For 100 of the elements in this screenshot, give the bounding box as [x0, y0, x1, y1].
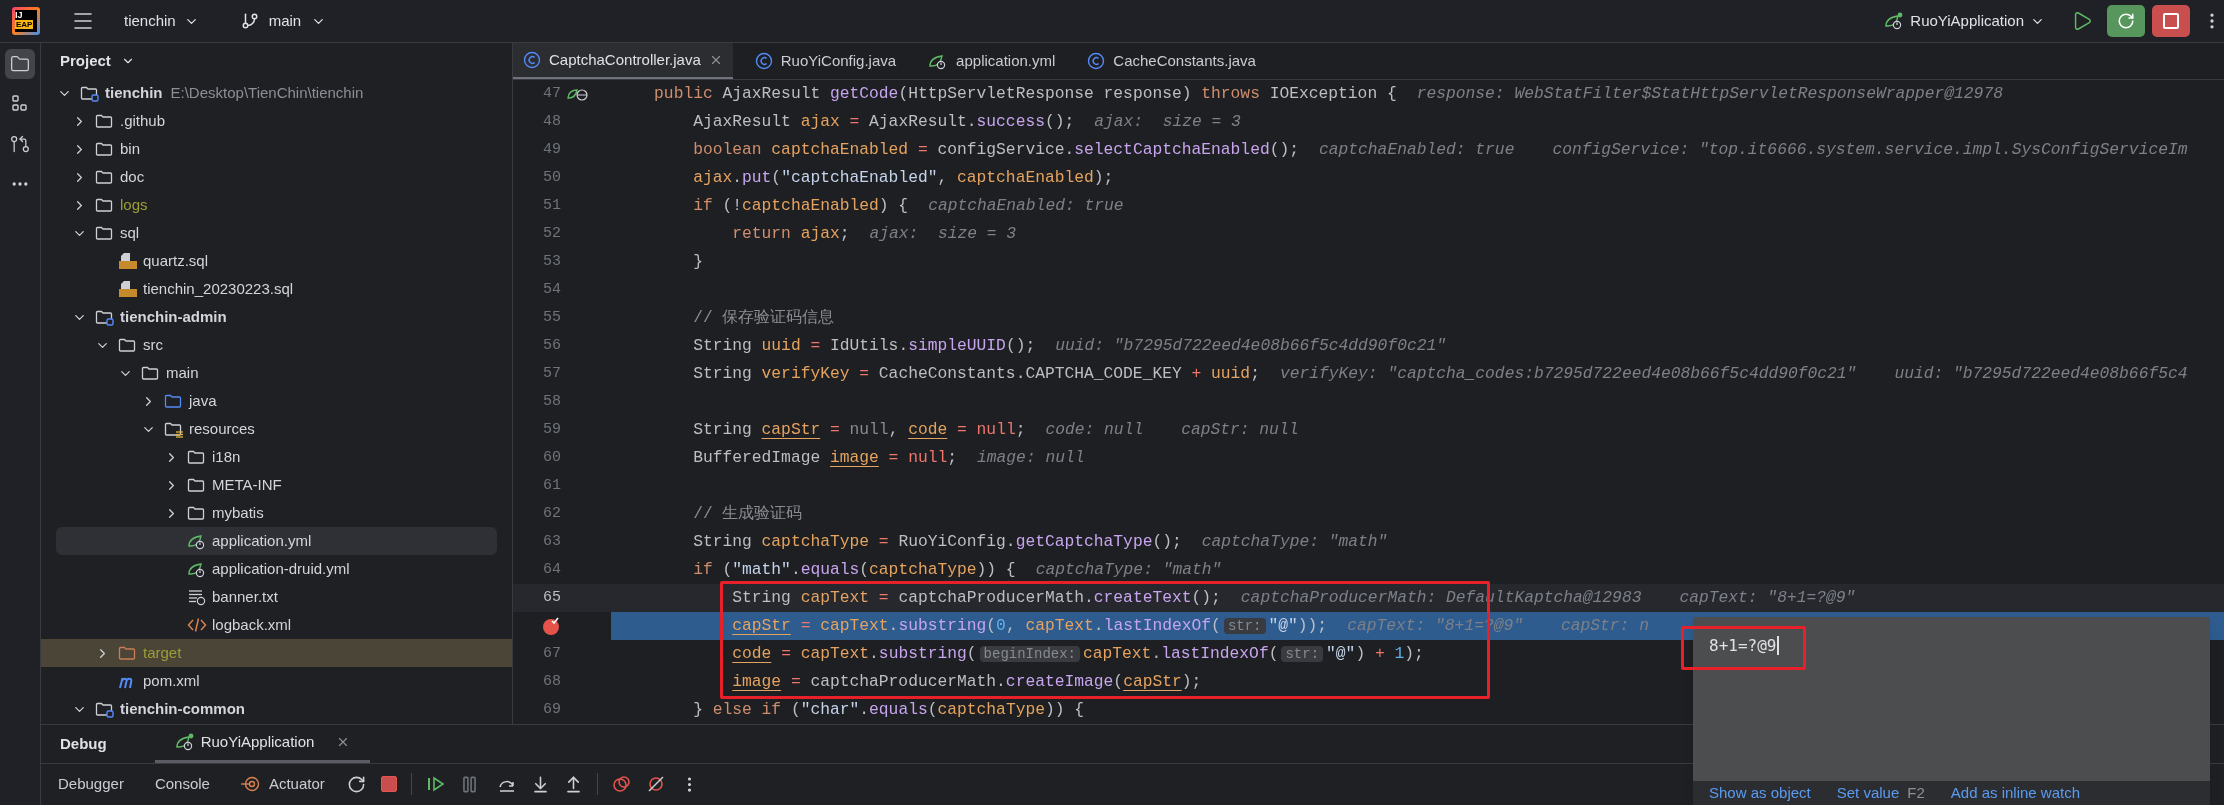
tree-item[interactable]: resources — [56, 415, 497, 443]
stop-button[interactable] — [2152, 5, 2190, 37]
code-line: String capText = captchaProducerMath.createText(); — [731, 586, 1221, 609]
popup-link[interactable]: Set value — [1836, 781, 1900, 805]
tree-item[interactable]: src — [56, 331, 497, 359]
popup-link[interactable]: Add as inline watch — [1950, 781, 2081, 805]
debug-button[interactable] — [2107, 5, 2145, 37]
code-line: // 生成验证码 — [692, 502, 803, 525]
breakpoints-icon[interactable] — [611, 775, 632, 794]
spring-leaf-icon — [187, 560, 207, 578]
branch-selector[interactable]: main — [240, 9, 327, 33]
tree-item[interactable]: META-INF — [56, 471, 497, 499]
tree-item[interactable]: logback.xml — [56, 611, 497, 639]
panel-title: Debug — [60, 733, 107, 754]
debug-value-hint: uuid: "b7295d722eed4e08b66f5c4dd90f0c21" — [1055, 334, 1447, 357]
item-label: bin — [120, 138, 141, 159]
view-tab[interactable]: Actuator — [240, 773, 325, 796]
tree-item[interactable]: tienchin E:\Desktop\TienChin\tienchin — [56, 79, 497, 107]
panel-title[interactable]: Project — [60, 49, 135, 73]
view-tab[interactable]: Debugger — [58, 773, 124, 796]
branch-icon — [240, 12, 259, 30]
code-line: image = captchaProducerMath.createImage(capStr); — [731, 670, 1202, 693]
tree-item[interactable]: quartz.sql — [56, 247, 497, 275]
line-number: 47 — [543, 83, 561, 104]
editor-tab[interactable]: CaptchaController.java — [513, 43, 733, 79]
code-line: if (!captchaEnabled) { — [692, 194, 909, 217]
tree-item[interactable]: bin — [56, 135, 497, 163]
code-line: capStr = capText.substring(0, capText.lastIndexOf( str: "@")); — [731, 614, 1328, 637]
code-line: } — [692, 250, 703, 273]
line-number: 60 — [543, 447, 561, 468]
code-line: // 保存验证码信息 — [692, 306, 835, 329]
item-path: E:\Desktop\TienChin\tienchin — [170, 82, 364, 103]
item-label: tienchin-admin — [120, 306, 227, 327]
view-tab[interactable]: Console — [154, 773, 210, 796]
session-tab[interactable]: RuoYiApplication — [154, 725, 371, 763]
line-number: 64 — [543, 559, 561, 580]
item-label: java — [189, 390, 217, 411]
debug-value-hint: captchaEnabled: true — [1319, 138, 1515, 161]
value-field[interactable]: 8+1=?@9 — [1693, 617, 2210, 781]
line-number: 52 — [543, 223, 561, 244]
debug-value-hint: verifyKey: "captcha_codes:b7295d722eed4e08b66f5c4dd90f0c21" — [1279, 362, 1857, 385]
spring-leaf-icon — [187, 532, 207, 550]
actuator-icon — [240, 775, 261, 794]
folder-icon — [141, 364, 161, 382]
code-line: return ajax; — [731, 222, 850, 245]
editor-tab[interactable]: application.yml — [918, 43, 1066, 79]
debug-value-hint: capStr: n — [1561, 614, 1649, 637]
tree-item[interactable]: tienchin-common — [56, 695, 497, 723]
tree-item[interactable]: doc — [56, 163, 497, 191]
tree-item[interactable]: application.yml — [56, 527, 497, 555]
tree-item[interactable]: banner.txt — [56, 583, 497, 611]
item-label: .github — [120, 110, 166, 131]
line-number: 53 — [543, 251, 561, 272]
folder-icon[interactable] — [5, 49, 35, 79]
debug-value-hint: captchaType: "math" — [1201, 530, 1388, 553]
debug-value-hint: image: null — [977, 446, 1085, 469]
item-label: logs — [120, 194, 148, 215]
breakpoint-icon[interactable] — [541, 616, 561, 636]
endpoint-icon[interactable] — [567, 86, 589, 102]
item-label: META-INF — [212, 474, 282, 495]
tree-item[interactable]: i18n — [56, 443, 497, 471]
item-label: mybatis — [212, 502, 264, 523]
item-label: main — [166, 362, 199, 383]
module-folder-icon — [95, 700, 115, 718]
item-label: tienchin — [105, 82, 163, 103]
tree-item[interactable]: logs — [56, 191, 497, 219]
tree-item[interactable]: sql — [56, 219, 497, 247]
project-selector[interactable]: tienchin — [124, 9, 199, 33]
item-label: target — [143, 642, 182, 663]
resume-icon[interactable] — [425, 775, 446, 794]
shortcut-hint: F2 — [1907, 782, 1925, 803]
tree-item[interactable]: mybatis — [56, 499, 497, 527]
folder-icon — [95, 196, 115, 214]
item-label: src — [143, 334, 163, 355]
code-line: String capStr = null, code = null; — [692, 418, 1026, 441]
code-line: ajax.put("captchaEnabled", captchaEnabled); — [692, 166, 1114, 189]
tree-item[interactable]: java — [56, 387, 497, 415]
tree-item[interactable]: tienchin_20230223.sql — [56, 275, 497, 303]
folder-icon — [164, 392, 184, 410]
editor-tab[interactable]: RuoYiConfig.java — [744, 43, 907, 79]
line-number: 49 — [543, 139, 561, 160]
spring-leaf-icon — [174, 733, 195, 752]
tree-item[interactable]: tienchin-admin — [56, 303, 497, 331]
line-number: 50 — [543, 167, 561, 188]
tree-item[interactable]: application-druid.yml — [56, 555, 497, 583]
popup-link[interactable]: Show as object — [1709, 781, 1811, 805]
debug-value-hint: response: WebStatFilter$StatHttpServletResponseWrapper@12978 — [1416, 82, 2003, 105]
line-number: 67 — [543, 643, 561, 664]
line-number: 68 — [543, 671, 561, 692]
spring-leaf-icon — [1884, 12, 1905, 30]
rerun-icon[interactable] — [346, 774, 366, 794]
code-line: String verifyKey = CacheConstants.CAPTCHA_CODE_KEY + uuid; — [692, 362, 1260, 385]
stop-icon[interactable] — [380, 776, 397, 793]
tree-item[interactable]: main — [56, 359, 497, 387]
editor-tab[interactable]: CacheConstants.java — [1077, 43, 1266, 79]
debug-value-hint: captchaEnabled: true — [928, 194, 1124, 217]
tree-item[interactable]: .github — [56, 107, 497, 135]
run-config-selector[interactable]: RuoYiApplication — [1884, 9, 2045, 33]
tree-item[interactable]: pom.xml — [56, 667, 497, 695]
line-number: 55 — [543, 307, 561, 328]
